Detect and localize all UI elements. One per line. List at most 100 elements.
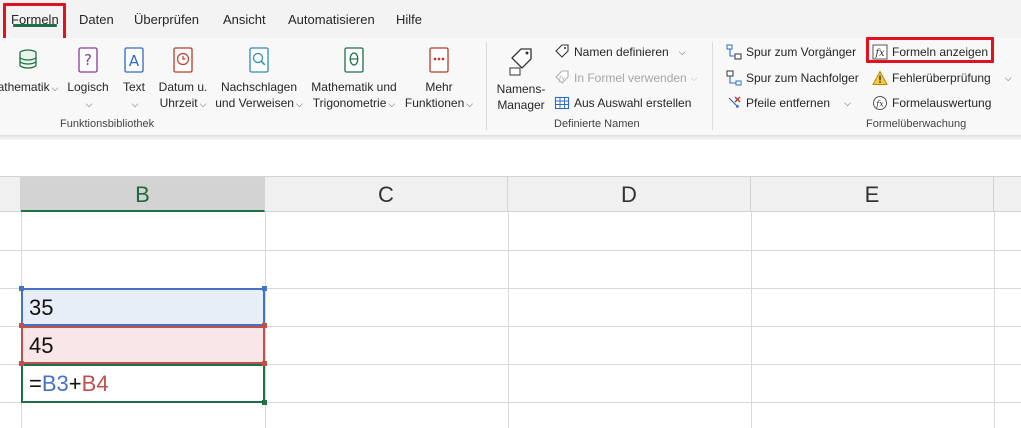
more-label-line1: Mehr [425,80,453,94]
mathtrig-label-line1: Mathematik und [311,80,397,94]
svg-text:?: ? [84,51,92,69]
lookup-label-line2: und Verweisen [215,96,294,110]
chevron-down-icon: ⌵ [85,99,93,109]
cell-b4[interactable]: 45 [21,326,265,364]
chevron-down-icon: ⌵ [1004,73,1012,83]
tab-hilfe[interactable]: Hilfe [396,0,422,38]
more-functions-button[interactable]: Mehr Funktionen ⌵ [402,46,476,112]
remove-arrows-label: Pfeile entfernen [746,96,831,110]
evaluate-formula-label: Formelauswertung [892,96,992,110]
tab-label: Ansicht [223,12,266,27]
create-from-selection-button[interactable]: Aus Auswahl erstellen [554,95,691,111]
evaluate-formula-icon: fx [873,96,887,110]
tab-label: Automatisieren [288,12,375,27]
question-book-icon: ? [78,47,98,73]
remove-arrows-icon [728,96,741,108]
fill-handle[interactable] [262,400,267,405]
theta-book-icon [344,47,364,73]
highlight-box-formeln-tab [3,3,66,42]
cell-b3[interactable]: 35 [21,288,265,326]
text-functions-button[interactable]: A Text ⌵ [118,46,150,112]
menu-tab-bar: Formeln Daten Überprüfen Ansicht Automat… [0,0,1021,38]
column-letter: D [621,182,637,207]
lookup-label-line1: Nachschlagen [220,80,298,94]
row-header-corner [0,177,21,212]
define-name-label: Namen definieren [574,45,669,59]
database-stack-icon [19,49,37,69]
tab-ueberpruefen[interactable]: Überprüfen [134,0,199,38]
text-label: Text [122,80,145,94]
math-trig-partial-button[interactable]: athematik ⌵ [0,46,60,96]
resize-handle[interactable] [19,361,24,366]
resize-handle[interactable] [262,286,267,291]
datetime-label-line2: Uhrzeit [159,96,198,110]
tab-label: Hilfe [396,12,423,27]
column-header-f-partial[interactable] [994,177,1021,212]
error-checking-label: Fehlerüberprüfung [892,71,991,85]
trace-dependents-button[interactable]: Spur zum Nachfolger [726,70,859,86]
column-header-b[interactable]: B [21,177,265,212]
error-checking-button[interactable]: Fehlerüberprüfung ⌵ [872,70,1012,86]
grid-selection-icon [554,96,570,110]
column-letter: B [135,182,150,207]
column-letter: E [864,182,880,207]
trace-precedents-icon [726,44,742,60]
define-name-button[interactable]: Namen definieren ⌵ [554,44,686,60]
highlight-box-show-formulas [866,37,994,63]
resize-handle[interactable] [19,286,24,291]
column-header-c[interactable]: C [265,177,508,212]
resize-handle[interactable] [262,323,267,328]
more-label-line2: Funktionen [404,96,465,110]
tab-daten[interactable]: Daten [79,0,114,38]
formula-ref-b4: B4 [81,371,109,396]
datetime-label-line1: Datum u. [158,80,208,94]
datetime-functions-button[interactable]: Datum u. Uhrzeit ⌵ [155,46,211,112]
cell-b5-active[interactable]: =B3+B4 [21,364,265,403]
resize-handle[interactable] [19,323,24,328]
svg-text:fx: fx [875,100,884,109]
magnifier-book-icon [249,47,269,73]
logical-label: Logisch [67,80,109,94]
formula-plus: + [68,371,82,396]
chevron-down-icon: ⌵ [678,47,686,57]
fx-tag-icon: fx [555,70,569,84]
column-letter: C [378,182,394,207]
lookup-reference-button[interactable]: Nachschlagen und Verweisen ⌵ [214,46,304,112]
chevron-down-icon: ⌵ [51,83,59,93]
name-manager-button[interactable]: Namens- Manager [494,46,548,113]
evaluate-formula-button[interactable]: fx Formelauswertung [872,95,991,111]
grid-line [751,212,752,428]
chevron-down-icon: ⌵ [388,99,396,109]
name-manager-label-line2: Manager [497,98,545,112]
trace-precedents-button[interactable]: Spur zum Vorgänger [726,44,856,60]
grid-line [265,212,266,428]
column-header-e[interactable]: E [751,177,994,212]
grid-line [508,212,509,428]
create-from-selection-label: Aus Auswahl erstellen [574,96,692,110]
formula-bar-area [0,140,1021,177]
grid-line [0,250,1021,251]
mathtrig-label-line2: Trigonometrie [312,96,387,110]
use-in-formula-button[interactable]: fx In Formel verwenden ⌵ [554,70,698,86]
tab-label: Überprüfen [134,12,200,27]
trace-dependents-icon [726,70,742,86]
formula-equals: = [29,371,42,396]
math-trig-button[interactable]: Mathematik und Trigonometrie ⌵ [306,46,402,112]
resize-handle[interactable] [262,361,267,366]
tab-ansicht[interactable]: Ansicht [223,0,266,38]
cell-value: 35 [29,295,54,320]
svg-text:fx: fx [558,75,566,83]
warning-triangle-icon [872,70,888,85]
chevron-down-icon: ⌵ [690,73,698,83]
logical-functions-button[interactable]: ? Logisch ⌵ [66,46,110,112]
grid-line [994,212,995,428]
tab-automatisieren[interactable]: Automatisieren [288,0,375,38]
column-header-d[interactable]: D [508,177,751,212]
formula-ref-b3: B3 [41,371,69,396]
svg-text:A: A [129,52,140,70]
trace-dependents-label: Spur zum Nachfolger [746,71,859,85]
math-partial-label: athematik [0,80,50,94]
more-dots-book-icon [429,47,449,73]
group-label-defined-names: Definierte Namen [554,118,640,130]
remove-arrows-button[interactable]: Pfeile entfernen ⌵ [726,95,851,111]
